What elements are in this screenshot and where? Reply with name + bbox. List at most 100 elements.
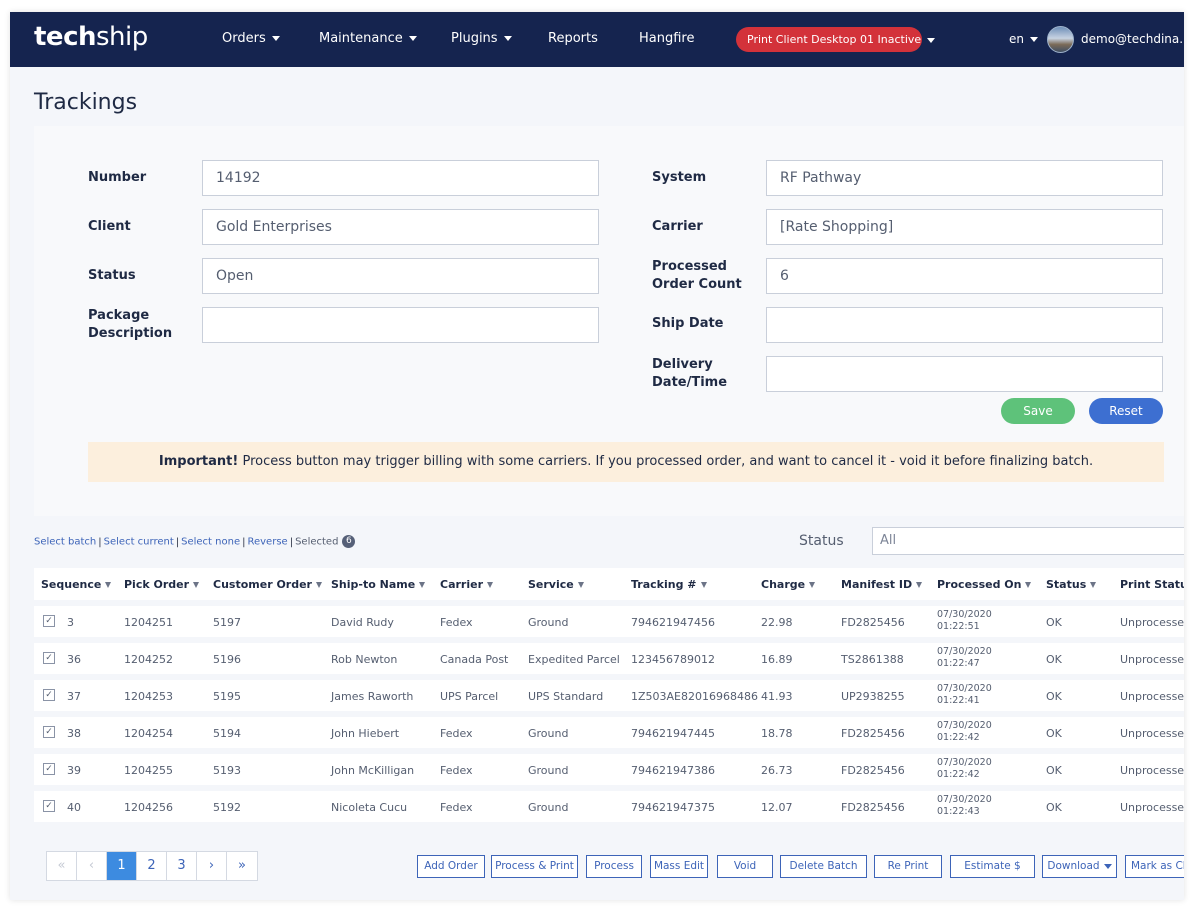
mark-as-button[interactable]: Mark as Cl bbox=[1125, 855, 1184, 878]
last-page-button[interactable]: » bbox=[227, 852, 257, 880]
column-print-status[interactable]: Print Status bbox=[1120, 578, 1184, 591]
select-batch-link[interactable]: Select batch bbox=[34, 537, 96, 548]
cell-charge: 41.93 bbox=[761, 690, 793, 703]
void-button[interactable]: Void bbox=[717, 855, 773, 878]
system-field[interactable]: RF Pathway bbox=[766, 160, 1163, 196]
cell-ship-to-name: David Rudy bbox=[331, 616, 394, 629]
cell-ship-to-name: John Hiebert bbox=[331, 727, 400, 740]
table-row[interactable]: ✓ 36 1204252 5196 Rob Newton Canada Post… bbox=[34, 643, 1184, 674]
column-customer-order[interactable]: Customer Order bbox=[213, 578, 322, 591]
process-print-button[interactable]: Process & Print bbox=[491, 855, 578, 878]
row-checkbox[interactable]: ✓ bbox=[43, 800, 55, 812]
cell-tracking: 794621947375 bbox=[631, 801, 715, 814]
cell-tracking: 1Z503AE82016968486 bbox=[631, 690, 758, 703]
column-pick-order[interactable]: Pick Order bbox=[124, 578, 200, 591]
reverse-link[interactable]: Reverse bbox=[247, 537, 287, 548]
filter-icon[interactable] bbox=[419, 582, 426, 588]
cell-print-status: Unprocessed bbox=[1120, 727, 1184, 740]
page-1-button[interactable]: 1 bbox=[107, 852, 137, 880]
nav-orders[interactable]: Orders bbox=[222, 31, 280, 46]
mass-edit-button[interactable]: Mass Edit bbox=[650, 855, 708, 878]
techship-logo[interactable]: techship bbox=[34, 22, 148, 52]
filter-icon[interactable] bbox=[577, 582, 584, 588]
nav-plugins[interactable]: Plugins bbox=[451, 31, 512, 46]
filter-icon[interactable] bbox=[1090, 582, 1097, 588]
processed-order-count-field[interactable]: 6 bbox=[766, 258, 1163, 294]
download-button[interactable]: Download bbox=[1042, 855, 1117, 878]
column-sequence[interactable]: Sequence bbox=[41, 578, 112, 591]
prev-page-button[interactable]: ‹ bbox=[77, 852, 107, 880]
estimate-button[interactable]: Estimate $ bbox=[950, 855, 1035, 878]
table-row[interactable]: ✓ 3 1204251 5197 David Rudy Fedex Ground… bbox=[34, 606, 1184, 637]
column-tracking[interactable]: Tracking # bbox=[631, 578, 707, 591]
print-client-status-badge[interactable]: Print Client Desktop 01 Inactive bbox=[736, 27, 936, 52]
cell-manifest-id: FD2825456 bbox=[841, 801, 905, 814]
nav-maintenance[interactable]: Maintenance bbox=[319, 31, 417, 46]
client-field[interactable]: Gold Enterprises bbox=[202, 209, 599, 245]
column-ship-to-name[interactable]: Ship-to Name bbox=[331, 578, 426, 591]
table-row[interactable]: ✓ 40 1204256 5192 Nicoleta Cucu Fedex Gr… bbox=[34, 791, 1184, 822]
filter-icon[interactable] bbox=[1025, 582, 1032, 588]
select-none-link[interactable]: Select none bbox=[181, 537, 240, 548]
cell-tracking: 794621947445 bbox=[631, 727, 715, 740]
filter-icon[interactable] bbox=[105, 582, 112, 588]
row-checkbox[interactable]: ✓ bbox=[43, 689, 55, 701]
next-page-button[interactable]: › bbox=[197, 852, 227, 880]
cell-tracking: 794621947386 bbox=[631, 764, 715, 777]
row-checkbox[interactable]: ✓ bbox=[43, 763, 55, 775]
filter-icon[interactable] bbox=[193, 582, 200, 588]
cell-sequence: 39 bbox=[67, 764, 81, 777]
column-manifest-id[interactable]: Manifest ID bbox=[841, 578, 923, 591]
status-label: Status bbox=[88, 268, 136, 283]
cell-sequence: 3 bbox=[67, 616, 74, 629]
carrier-field[interactable]: [Rate Shopping] bbox=[766, 209, 1163, 245]
filter-icon[interactable] bbox=[315, 582, 322, 588]
filter-icon[interactable] bbox=[809, 582, 816, 588]
cell-processed-on: 07/30/2020 01:22:47 bbox=[937, 646, 992, 669]
package-description-field[interactable] bbox=[202, 307, 599, 343]
row-checkbox[interactable]: ✓ bbox=[43, 726, 55, 738]
cell-manifest-id: TS2861388 bbox=[841, 653, 904, 666]
user-menu[interactable]: demo@techdina... bbox=[1081, 32, 1184, 46]
table-row[interactable]: ✓ 39 1204255 5193 John McKilligan Fedex … bbox=[34, 754, 1184, 785]
nav-hangfire[interactable]: Hangfire bbox=[639, 31, 694, 46]
cell-sequence: 40 bbox=[67, 801, 81, 814]
row-checkbox[interactable]: ✓ bbox=[43, 615, 55, 627]
re-print-button[interactable]: Re Print bbox=[874, 855, 942, 878]
cell-carrier: UPS Parcel bbox=[440, 690, 499, 703]
column-charge[interactable]: Charge bbox=[761, 578, 816, 591]
add-order-button[interactable]: Add Order bbox=[417, 855, 485, 878]
table-row[interactable]: ✓ 38 1204254 5194 John Hiebert Fedex Gro… bbox=[34, 717, 1184, 748]
number-field[interactable]: 14192 bbox=[202, 160, 599, 196]
user-avatar[interactable] bbox=[1047, 26, 1074, 53]
column-status[interactable]: Status bbox=[1046, 578, 1097, 591]
ship-date-field[interactable] bbox=[766, 307, 1163, 343]
nav-reports[interactable]: Reports bbox=[548, 31, 598, 46]
page-3-button[interactable]: 3 bbox=[167, 852, 197, 880]
package-description-label: Package Description bbox=[88, 308, 173, 341]
filter-icon[interactable] bbox=[916, 582, 923, 588]
column-processed-on[interactable]: Processed On bbox=[937, 578, 1032, 591]
select-current-link[interactable]: Select current bbox=[104, 537, 174, 548]
delete-batch-button[interactable]: Delete Batch bbox=[780, 855, 867, 878]
reset-button[interactable]: Reset bbox=[1089, 398, 1163, 424]
delivery-datetime-field[interactable] bbox=[766, 356, 1163, 392]
page-2-button[interactable]: 2 bbox=[137, 852, 167, 880]
first-page-button[interactable]: « bbox=[47, 852, 77, 880]
cell-status: OK bbox=[1046, 616, 1062, 629]
cell-pick-order: 1204254 bbox=[124, 727, 173, 740]
delivery-datetime-label: Delivery Date/Time bbox=[652, 357, 728, 390]
column-service[interactable]: Service bbox=[528, 578, 584, 591]
status-filter-select[interactable]: All bbox=[872, 527, 1184, 555]
column-carrier[interactable]: Carrier bbox=[440, 578, 494, 591]
table-row[interactable]: ✓ 37 1204253 5195 James Raworth UPS Parc… bbox=[34, 680, 1184, 711]
cell-customer-order: 5193 bbox=[213, 764, 241, 777]
process-button[interactable]: Process bbox=[586, 855, 642, 878]
status-field[interactable]: Open bbox=[202, 258, 599, 294]
row-checkbox[interactable]: ✓ bbox=[43, 652, 55, 664]
cell-pick-order: 1204252 bbox=[124, 653, 173, 666]
save-button[interactable]: Save bbox=[1001, 398, 1075, 424]
language-selector[interactable]: en bbox=[1009, 32, 1038, 46]
filter-icon[interactable] bbox=[487, 582, 494, 588]
filter-icon[interactable] bbox=[700, 582, 707, 588]
